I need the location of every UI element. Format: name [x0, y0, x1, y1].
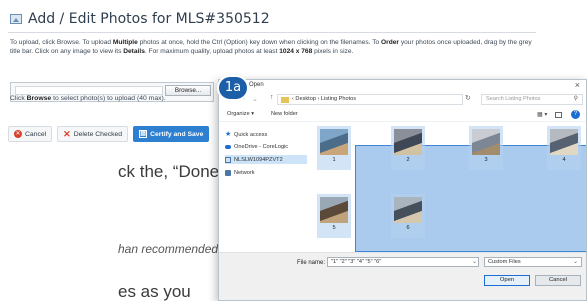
photo-thumbnail-image	[394, 129, 422, 155]
delete-checked-label: Delete Checked	[73, 130, 123, 138]
up-arrow-icon[interactable]: ↑	[270, 94, 274, 101]
background-text-2: han recommended.	[118, 242, 222, 256]
photo-thumbnail-image	[320, 129, 348, 155]
file-type-value: Custom Files	[488, 259, 521, 265]
organize-menu[interactable]: Organize ▾	[227, 111, 254, 117]
address-path: ‹ Desktop › Listing Photos	[292, 96, 357, 102]
instruction-emphasis: Order	[381, 39, 400, 46]
filename-label: File name:	[297, 260, 326, 266]
cancel-button[interactable]: ✕ Cancel	[8, 126, 53, 142]
instruction-text: pixels in size.	[312, 48, 354, 56]
instruction-emphasis: Details	[123, 48, 145, 56]
view-options-icon[interactable]: ▦ ▾	[537, 111, 547, 118]
browse-caption: Click Browse to select photo(s) to uploa…	[10, 95, 166, 102]
background-text-3: es as you	[118, 282, 191, 301]
chevron-down-icon[interactable]: ⌄	[472, 258, 477, 265]
file-thumbnail[interactable]: 3	[469, 126, 503, 170]
instruction-emphasis: Multiple	[112, 39, 138, 46]
step-badge: 1a	[219, 77, 247, 99]
instruction-text: To upload, click Browse. To upload	[10, 39, 113, 46]
file-label: 1	[332, 157, 336, 163]
cancel-icon: ✕	[14, 130, 22, 138]
close-icon[interactable]: ×	[575, 80, 580, 90]
preview-pane-icon[interactable]	[555, 112, 562, 118]
photo-thumbnail-image	[472, 129, 500, 155]
file-label: 6	[406, 225, 410, 231]
delete-icon: ✕	[63, 128, 71, 139]
photo-thumbnail-image	[550, 129, 578, 155]
new-folder-button[interactable]: New folder	[271, 111, 298, 117]
file-type-select[interactable]: Custom Files ⌄	[484, 257, 582, 267]
nav-label: OneDrive - CoreLogic	[234, 143, 289, 150]
search-placeholder: Search Listing Photos	[486, 96, 541, 102]
file-label: 4	[562, 157, 566, 163]
browse-caption-prefix: Click	[10, 95, 27, 102]
file-list: 1 2 3 4 5 6	[311, 124, 586, 252]
network-icon	[225, 169, 231, 176]
dialog-cancel-button[interactable]: Cancel	[535, 275, 581, 286]
certify-save-label: Certify and Save	[150, 130, 204, 138]
nav-item-network[interactable]: Network	[225, 168, 307, 177]
computer-icon	[225, 156, 231, 163]
file-path-field[interactable]	[15, 86, 163, 95]
photo-icon	[10, 14, 22, 24]
cloud-icon	[225, 144, 231, 149]
dialog-title: Open	[249, 82, 264, 88]
file-thumbnail[interactable]: 6	[391, 194, 425, 238]
browse-caption-bold: Browse	[26, 95, 52, 102]
search-icon: ⚲	[573, 96, 578, 102]
panel-title: Add / Edit Photos for MLS#350512	[10, 9, 270, 29]
star-icon: ★	[225, 130, 232, 138]
folder-icon	[281, 97, 289, 103]
nav-item-onedrive[interactable]: OneDrive - CoreLogic	[225, 142, 307, 151]
browse-caption-suffix: to select photo(s) to upload (40 max).	[51, 95, 166, 102]
cancel-label: Cancel	[25, 130, 47, 138]
certify-save-button[interactable]: ▤ Certify and Save	[133, 126, 210, 142]
file-thumbnail[interactable]: 2	[391, 126, 425, 170]
open-button[interactable]: Open	[484, 275, 530, 286]
dialog-toolbar: Organize ▾ New folder ▦ ▾ ?	[219, 110, 586, 122]
search-input[interactable]: Search Listing Photos ⚲	[481, 94, 583, 105]
dialog-bottom-bar: File name: "1" "2" "3" "4" "5" "6" ⌄ Cus…	[219, 252, 586, 300]
browse-button[interactable]: Browse...	[165, 85, 211, 96]
save-icon: ▤	[139, 130, 148, 138]
nav-item-this-pc[interactable]: NLSLW1094PZVT2	[225, 155, 307, 164]
instruction-text: . For maximum quality, upload photos at …	[144, 48, 280, 56]
file-thumbnail[interactable]: 4	[547, 126, 581, 170]
address-bar[interactable]: ‹ Desktop › Listing Photos	[277, 94, 463, 105]
dialog-nav-row: ← → ⌄ ↑ ‹ Desktop › Listing Photos ↻ Sea…	[219, 92, 586, 108]
background-text-1: ck the, “Done”	[118, 162, 225, 181]
photo-thumbnail-image	[394, 197, 422, 223]
nav-label: NLSLW1094PZVT2	[234, 156, 283, 163]
divider	[8, 32, 536, 33]
filename-input[interactable]: "1" "2" "3" "4" "5" "6"	[327, 257, 479, 267]
recent-chevron-icon[interactable]: ⌄	[252, 95, 258, 103]
nav-label: Quick access	[234, 131, 268, 138]
chevron-down-icon: ⌄	[572, 259, 578, 265]
file-label: 3	[484, 157, 488, 163]
upload-instructions: To upload, click Browse. To upload Multi…	[10, 38, 536, 56]
photo-thumbnail-image	[320, 197, 348, 223]
refresh-icon[interactable]: ↻	[465, 94, 471, 102]
instruction-emphasis: 1024 x 768	[279, 48, 313, 56]
help-icon[interactable]: ?	[571, 110, 580, 119]
instruction-text: photos at once, hold the Ctrl (Option) k…	[137, 39, 382, 46]
filename-value: "1" "2" "3" "4" "5" "6"	[331, 259, 382, 265]
nav-item-quick-access[interactable]: ★ Quick access	[225, 130, 307, 139]
file-thumbnail[interactable]: 1	[317, 126, 351, 170]
file-thumbnail[interactable]: 5	[317, 194, 351, 238]
navigation-pane: ★ Quick access OneDrive - CoreLogic NLSL…	[219, 124, 311, 244]
delete-checked-button[interactable]: ✕ Delete Checked	[57, 126, 129, 142]
panel-title-text: Add / Edit Photos for MLS#350512	[28, 11, 270, 27]
file-open-dialog: Open × ← → ⌄ ↑ ‹ Desktop › Listing Photo…	[218, 79, 587, 301]
file-label: 5	[332, 225, 336, 231]
nav-label: Network	[234, 169, 255, 176]
file-label: 2	[406, 157, 410, 163]
action-bar: ✕ Cancel ✕ Delete Checked ▤ Certify and …	[8, 125, 210, 143]
